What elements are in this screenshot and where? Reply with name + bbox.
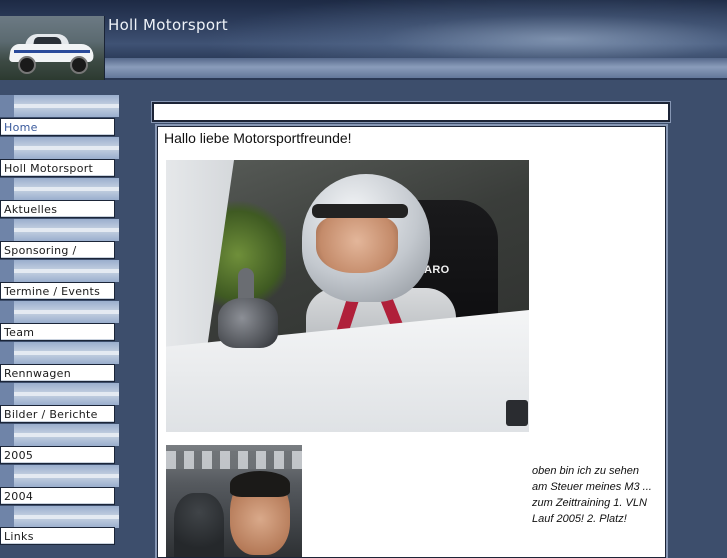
driver-face — [316, 215, 398, 273]
car-stripe — [14, 50, 90, 53]
nav-separator — [0, 219, 119, 241]
nav-separator — [0, 465, 119, 487]
header-band — [104, 58, 727, 78]
nav-item-holl-motorsport[interactable]: Holl Motorsport — [0, 159, 115, 177]
nav-item-aktuelles[interactable]: Aktuelles — [0, 200, 115, 218]
door-handle — [506, 400, 528, 426]
nav-separator — [0, 506, 119, 528]
greeting-heading: Hallo liebe Motorsportfreunde! — [164, 130, 352, 146]
photo-caption: oben bin ich zu sehen am Steuer meines M… — [532, 465, 652, 525]
driver-in-car-photo: RECARO — [166, 160, 529, 432]
nav-item-rennwagen[interactable]: Rennwagen — [0, 364, 115, 382]
nav-separator — [0, 95, 119, 117]
car-front-wheel — [18, 56, 36, 74]
nav-item-2004[interactable]: 2004 — [0, 487, 115, 505]
nav-item-team[interactable]: Team — [0, 323, 115, 341]
helmet-visor — [312, 204, 408, 218]
nav-separator — [0, 342, 119, 364]
nav-item-termine-events[interactable]: Termine / Events — [0, 282, 115, 300]
driver-portrait-photo — [166, 445, 302, 557]
content-title-bar — [152, 102, 670, 122]
header-bottom-line — [0, 78, 727, 80]
racing-glove — [218, 298, 278, 348]
nav-item-bilder-berichte[interactable]: Bilder / Berichte — [0, 405, 115, 423]
nav-item-home[interactable]: Home — [0, 118, 115, 136]
nav-separator — [0, 260, 119, 282]
site-title: Holl Motorsport — [108, 16, 228, 34]
nav-item-2005[interactable]: 2005 — [0, 446, 115, 464]
nav-separator — [0, 137, 119, 159]
nav-item-sponsoring-events[interactable]: Sponsoring / Events — [0, 241, 115, 275]
nav-item-links[interactable]: Links — [0, 527, 115, 545]
nav-separator — [0, 178, 119, 200]
main-content-panel: Hallo liebe Motorsportfreunde! RECARO ob… — [157, 126, 666, 558]
nav-separator — [0, 424, 119, 446]
race-car-logo-image — [0, 16, 105, 80]
driver-hair — [230, 471, 290, 497]
car-rear-wheel — [70, 56, 88, 74]
site-header — [0, 0, 727, 80]
nav-separator — [0, 383, 119, 405]
header-swoosh-decoration — [200, 0, 727, 60]
nav-separator — [0, 301, 119, 323]
